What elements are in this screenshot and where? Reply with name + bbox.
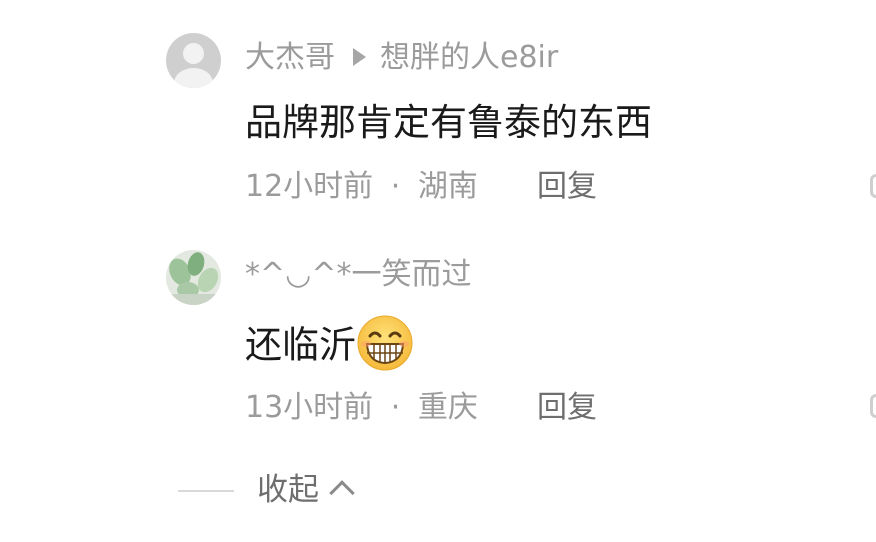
reply-button[interactable]: 回复	[537, 390, 597, 426]
comment-text: 品牌那肯定有鲁泰的东西	[245, 101, 652, 144]
user-avatar[interactable]	[166, 250, 221, 305]
comment-meta: 12小时前 · 湖南	[245, 169, 478, 205]
divider-line	[178, 490, 234, 492]
collapse-label: 收起	[257, 472, 319, 508]
comment-header: 大杰哥 想胖的人e8ir	[245, 40, 558, 76]
comment-time: 12小时前	[245, 169, 374, 204]
meta-separator: ·	[390, 390, 401, 425]
chevron-up-icon	[329, 480, 355, 506]
avatar-image	[166, 250, 221, 305]
user-avatar[interactable]	[166, 33, 221, 88]
collapse-button[interactable]: 收起	[257, 471, 355, 509]
grinning-face-emoji	[356, 314, 414, 372]
reply-button[interactable]: 回复	[537, 169, 597, 205]
reply-to-username[interactable]: 想胖的人e8ir	[380, 40, 558, 75]
reply-arrow-icon	[353, 47, 366, 66]
username[interactable]: *^◡^*一笑而过	[245, 257, 471, 293]
meta-separator: ·	[390, 169, 401, 204]
like-icon[interactable]	[870, 394, 876, 418]
comment-text: 还临沂	[245, 315, 414, 376]
avatar-body-shape	[174, 68, 213, 88]
avatar-head-shape	[183, 43, 204, 64]
comment-text-body: 还临沂	[245, 323, 356, 367]
comment-meta: 13小时前 · 重庆	[245, 390, 478, 426]
comment-time: 13小时前	[245, 390, 374, 425]
username[interactable]: 大杰哥	[245, 40, 335, 75]
like-icon[interactable]	[870, 174, 876, 198]
comment-location: 湖南	[417, 169, 478, 204]
comment-location: 重庆	[417, 390, 478, 425]
